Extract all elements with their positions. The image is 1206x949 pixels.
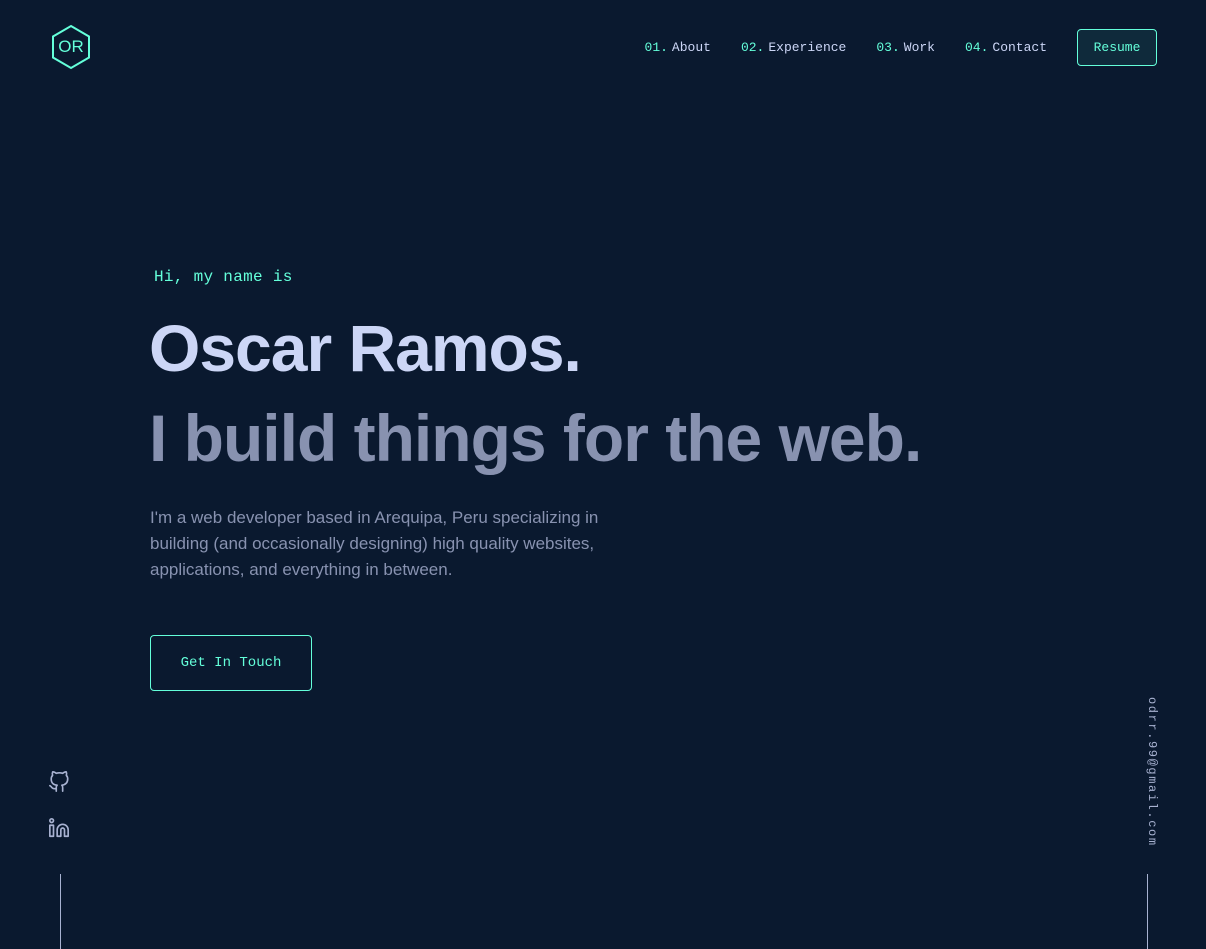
linkedin-icon	[49, 818, 69, 838]
nav-item-number: 03.	[876, 40, 900, 55]
nav-item-label: About	[671, 40, 711, 55]
linkedin-link[interactable]	[48, 817, 72, 841]
github-icon	[49, 771, 69, 792]
social-links	[48, 770, 72, 864]
left-divider-line	[60, 874, 61, 949]
email-link[interactable]: odrr.99@gmail.com	[1135, 697, 1159, 847]
nav-item-label: Contact	[992, 40, 1047, 55]
nav-item-work[interactable]: 03. Work	[876, 40, 935, 55]
resume-button[interactable]: Resume	[1077, 29, 1157, 66]
nav-item-number: 01.	[644, 40, 668, 55]
main-nav: 01. About 02. Experience 03. Work 04. Contac…	[645, 28, 1157, 67]
get-in-touch-button[interactable]: Get In Touch	[150, 635, 312, 691]
nav-item-number: 04.	[964, 40, 989, 55]
nav-item-about[interactable]: 01. About	[645, 40, 711, 55]
nav-item-number: 02.	[740, 40, 765, 55]
logo-text: OR	[58, 37, 84, 56]
hero-greeting: Hi, my name is	[154, 268, 293, 286]
nav-item-experience[interactable]: 02. Experience	[741, 40, 846, 55]
logo[interactable]: OR	[50, 24, 92, 70]
right-divider-line	[1147, 874, 1148, 949]
hero-tagline: I build things for the web.	[149, 401, 922, 475]
hero-description: I'm a web developer based in Arequipa, P…	[150, 508, 599, 579]
hero-name: Oscar Ramos.	[149, 311, 582, 385]
nav-item-contact[interactable]: 04. Contact	[965, 40, 1047, 55]
github-link[interactable]	[48, 770, 72, 794]
nav-item-label: Experience	[768, 40, 847, 55]
nav-item-label: Work	[903, 40, 935, 55]
